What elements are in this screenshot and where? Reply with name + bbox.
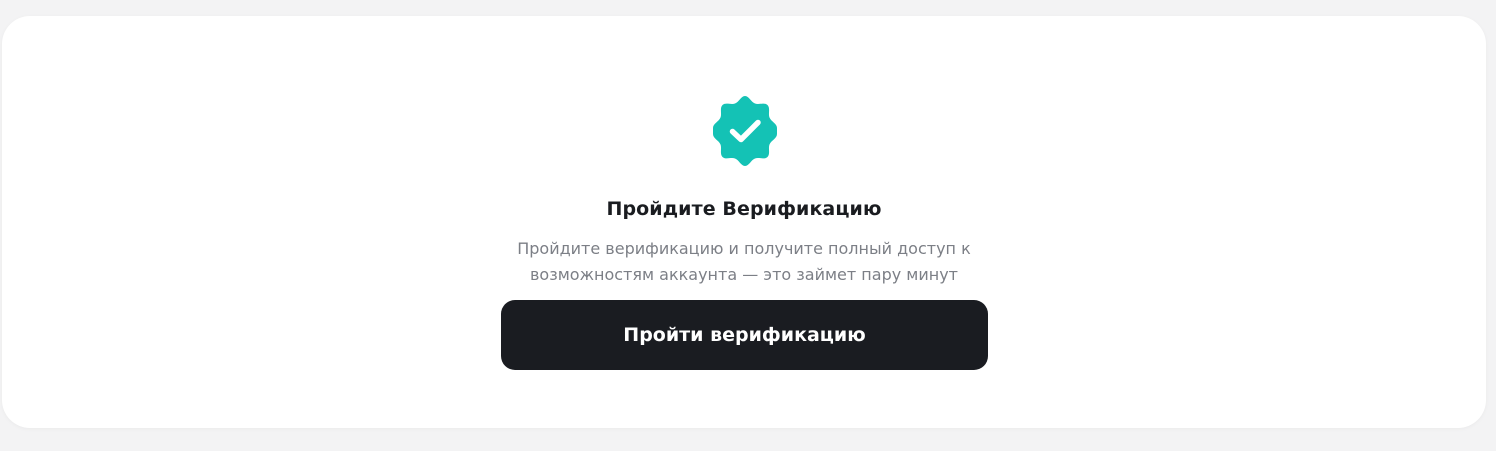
start-verification-button[interactable]: Пройти верификацию — [501, 300, 988, 370]
verification-title: Пройдите Верификацию — [606, 198, 882, 220]
verification-card: Пройдите Верификацию Пройдите верификаци… — [2, 16, 1486, 428]
verification-description: Пройдите верификацию и получите полный д… — [517, 239, 971, 284]
verified-badge-icon — [713, 96, 777, 166]
